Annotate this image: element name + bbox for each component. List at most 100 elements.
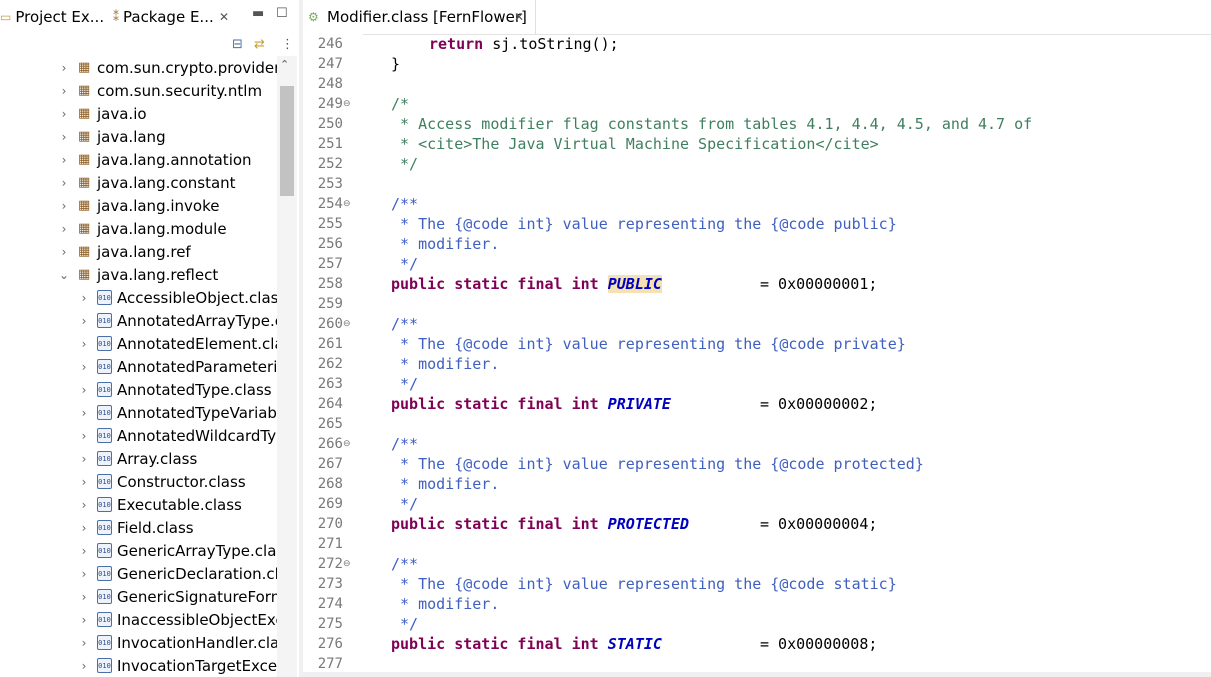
tree-class-item[interactable]: › 010 InvocationTargetExcept <box>0 654 277 677</box>
chevron-right-icon[interactable]: › <box>78 567 90 581</box>
package-icon: ▦ <box>78 60 91 75</box>
chevron-right-icon[interactable]: › <box>58 130 70 144</box>
chevron-right-icon[interactable]: › <box>78 475 90 489</box>
tree-class-item[interactable]: › 010 Executable.class <box>0 493 277 516</box>
chevron-right-icon[interactable]: › <box>78 406 90 420</box>
tree-package-item[interactable]: › ▦ java.lang.invoke <box>0 194 277 217</box>
class-label: AnnotatedParameterize <box>117 357 277 376</box>
package-label: java.io <box>97 104 147 123</box>
tree-class-item[interactable]: › 010 AnnotatedParameterize <box>0 355 277 378</box>
fold-toggle-icon[interactable]: ⊖ <box>343 314 353 334</box>
fold-toggle-icon[interactable]: ⊖ <box>343 94 353 114</box>
class-file-icon: 010 <box>97 635 112 650</box>
chevron-right-icon[interactable]: › <box>58 107 70 121</box>
collapse-all-icon[interactable]: ⊟ <box>232 37 243 52</box>
class-file-icon: 010 <box>97 497 112 512</box>
class-file-icon: 010 <box>97 589 112 604</box>
tab-modifier-class[interactable]: ⚙ Modifier.class [FernFlower] ✕ <box>303 0 536 34</box>
class-file-icon: 010 <box>97 359 112 374</box>
tree-package-item[interactable]: › ▦ java.lang.ref <box>0 240 277 263</box>
scrollbar-thumb[interactable] <box>280 86 294 196</box>
fold-toggle-icon[interactable]: ⊖ <box>343 434 353 454</box>
tree-package-item[interactable]: › ▦ com.sun.security.ntlm <box>0 79 277 102</box>
line-number: 257 <box>317 256 343 272</box>
chevron-right-icon[interactable]: › <box>78 659 90 673</box>
package-label: java.lang <box>97 127 166 146</box>
chevron-right-icon[interactable]: › <box>58 222 70 236</box>
package-label: java.lang.invoke <box>97 196 220 215</box>
chevron-right-icon[interactable]: › <box>78 337 90 351</box>
tree-package-item[interactable]: › ▦ java.lang.constant <box>0 171 277 194</box>
field-value: = 0x00000001; <box>760 275 878 293</box>
field-static: STATIC <box>607 635 662 653</box>
link-with-editor-icon[interactable]: ⇄ <box>254 37 265 52</box>
maximize-icon[interactable]: ☐ <box>276 6 288 21</box>
line-number: 256 <box>317 236 343 252</box>
chevron-right-icon[interactable]: › <box>78 429 90 443</box>
tree-package-item[interactable]: ⌄ ▦ java.lang.reflect <box>0 263 277 286</box>
line-number: 246 <box>317 36 343 52</box>
close-icon[interactable]: ✕ <box>514 10 524 24</box>
tree-package-item[interactable]: › ▦ com.sun.crypto.provider <box>0 56 277 79</box>
class-label: GenericSignatureForma <box>117 587 277 606</box>
class-file-icon: 010 <box>97 382 112 397</box>
tree-class-item[interactable]: › 010 AnnotatedTypeVariable <box>0 401 277 424</box>
tab-project-explorer[interactable]: ▭ Project Ex... <box>0 0 104 34</box>
chevron-right-icon[interactable]: › <box>78 521 90 535</box>
tree-class-item[interactable]: › 010 Array.class <box>0 447 277 470</box>
fold-toggle-icon[interactable]: ⊖ <box>343 194 353 214</box>
chevron-right-icon[interactable]: › <box>58 245 70 259</box>
tab-package-explorer-label: Package E... <box>123 8 214 26</box>
tree-class-item[interactable]: › 010 InvocationHandler.class <box>0 631 277 654</box>
chevron-right-icon[interactable]: › <box>58 176 70 190</box>
package-explorer-icon: ⁑ <box>113 10 119 24</box>
tab-package-explorer[interactable]: ⁑ Package E... <box>113 0 214 34</box>
chevron-right-icon[interactable]: › <box>58 153 70 167</box>
class-file-icon: ⚙ <box>308 10 319 24</box>
tree-class-item[interactable]: › 010 Constructor.class <box>0 470 277 493</box>
tree-class-item[interactable]: › 010 InaccessibleObjectExcep <box>0 608 277 631</box>
chevron-right-icon[interactable]: › <box>78 636 90 650</box>
horizontal-scrollbar[interactable] <box>303 672 1211 677</box>
tree-class-item[interactable]: › 010 GenericArrayType.class <box>0 539 277 562</box>
chevron-down-icon[interactable]: ⌄ <box>58 268 70 282</box>
code-area[interactable]: return sj.toString(); } /* * Access modi… <box>391 34 1211 677</box>
folder-icon: ▭ <box>0 10 12 24</box>
field-value: = 0x00000004; <box>760 515 878 533</box>
chevron-right-icon[interactable]: › <box>58 61 70 75</box>
close-icon[interactable]: ✕ <box>219 10 229 24</box>
tree-class-item[interactable]: › 010 AnnotatedElement.class <box>0 332 277 355</box>
tree-class-item[interactable]: › 010 GenericDeclaration.clas <box>0 562 277 585</box>
chevron-right-icon[interactable]: › <box>78 452 90 466</box>
chevron-right-icon[interactable]: › <box>78 544 90 558</box>
tree-class-item[interactable]: › 010 GenericSignatureForma <box>0 585 277 608</box>
chevron-right-icon[interactable]: › <box>78 590 90 604</box>
chevron-right-icon[interactable]: › <box>78 498 90 512</box>
tree-class-item[interactable]: › 010 Field.class <box>0 516 277 539</box>
package-label: java.lang.module <box>97 219 227 238</box>
tree-class-item[interactable]: › 010 AnnotatedArrayType.cla <box>0 309 277 332</box>
code-editor: ⚙ Modifier.class [FernFlower] ✕ 246 247 24… <box>303 0 1211 677</box>
tree-class-item[interactable]: › 010 AnnotatedType.class <box>0 378 277 401</box>
class-file-icon: 010 <box>97 474 112 489</box>
scroll-up-icon[interactable]: ⌃ <box>280 58 289 71</box>
chevron-right-icon[interactable]: › <box>78 291 90 305</box>
chevron-right-icon[interactable]: › <box>78 314 90 328</box>
chevron-right-icon[interactable]: › <box>58 84 70 98</box>
minimize-icon[interactable]: ▬ <box>252 6 264 21</box>
chevron-right-icon[interactable]: › <box>78 383 90 397</box>
tree-package-item[interactable]: › ▦ java.lang <box>0 125 277 148</box>
javadoc-line: * modifier. <box>391 235 500 253</box>
chevron-right-icon[interactable]: › <box>78 360 90 374</box>
chevron-right-icon[interactable]: › <box>58 199 70 213</box>
tree-class-item[interactable]: › 010 AnnotatedWildcardType <box>0 424 277 447</box>
tree-package-item[interactable]: › ▦ java.io <box>0 102 277 125</box>
tree-package-item[interactable]: › ▦ java.lang.annotation <box>0 148 277 171</box>
fold-toggle-icon[interactable]: ⊖ <box>343 554 353 574</box>
chevron-right-icon[interactable]: › <box>78 613 90 627</box>
field-declaration: public static final int STATIC <box>391 635 662 653</box>
line-number: 258 <box>317 276 343 292</box>
tree-class-item[interactable]: › 010 AccessibleObject.class <box>0 286 277 309</box>
view-menu-icon[interactable]: ⋮ <box>281 37 294 52</box>
tree-package-item[interactable]: › ▦ java.lang.module <box>0 217 277 240</box>
